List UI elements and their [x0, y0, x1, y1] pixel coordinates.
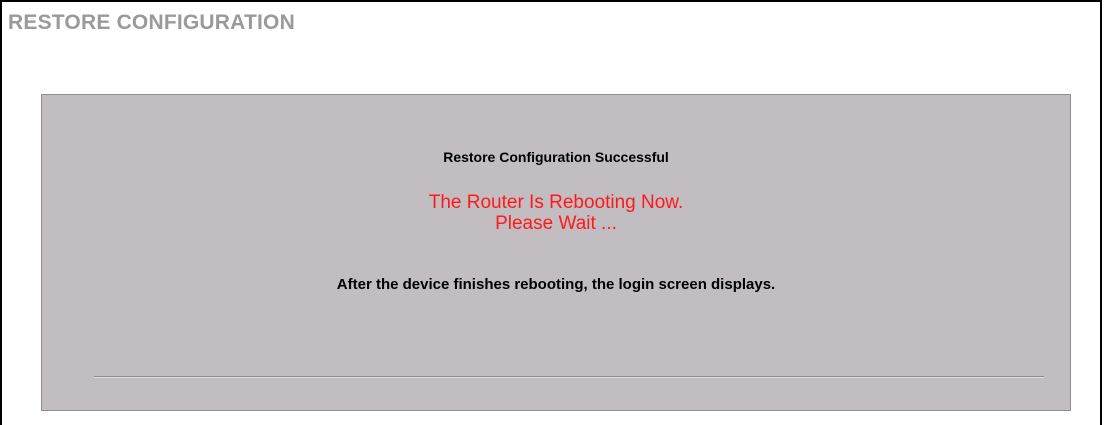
page-title: RESTORE CONFIGURATION — [8, 11, 295, 34]
login-screen-info: After the device finishes rebooting, the… — [336, 276, 776, 293]
page-frame: RESTORE CONFIGURATION Restore Configurat… — [0, 0, 1102, 425]
status-panel: Restore Configuration Successful The Rou… — [41, 94, 1071, 411]
restore-success-message: Restore Configuration Successful — [443, 149, 669, 165]
please-wait-message: Please Wait ... — [495, 213, 617, 234]
rebooting-message: The Router Is Rebooting Now. — [428, 192, 684, 213]
panel-divider — [94, 376, 1044, 378]
